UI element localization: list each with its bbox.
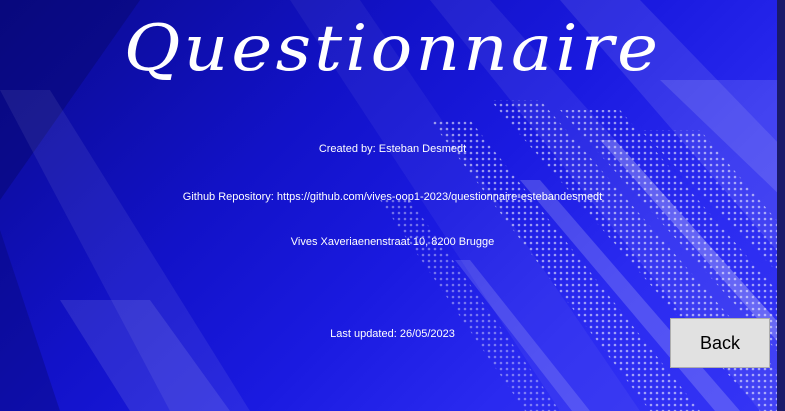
last-updated-text: Last updated: 26/05/2023 xyxy=(330,328,455,340)
created-by-text: Created by: Esteban Desmedt xyxy=(318,143,467,155)
about-window: Questionnaire Created by: Esteban Desmed… xyxy=(0,0,785,411)
address-text: Vives Xaveriaenenstraat 10, 8200 Brugge xyxy=(290,236,495,248)
back-button[interactable]: Back xyxy=(670,318,770,368)
repository-text: Github Repository: https://github.com/vi… xyxy=(182,191,603,203)
page-title: Questionnaire xyxy=(123,12,662,86)
